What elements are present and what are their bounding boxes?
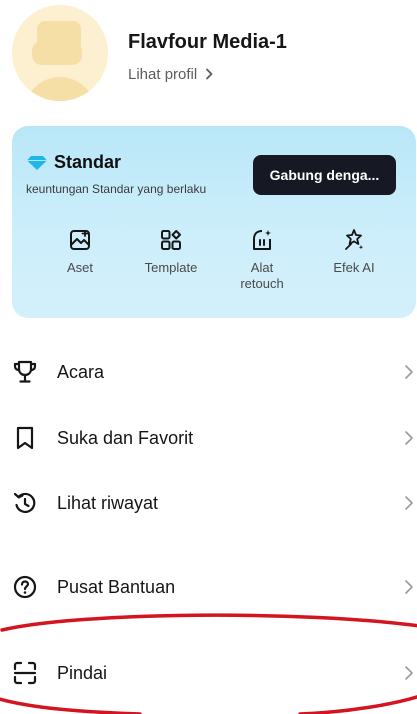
feature-ai-effect-label: Efek AI <box>333 260 375 275</box>
menu-item-label: Acara <box>57 361 105 382</box>
menu-item-label: Pindai <box>57 662 108 683</box>
asset-icon <box>70 230 90 250</box>
diamond-icon <box>27 155 47 170</box>
view-profile-link[interactable]: Lihat profil <box>128 66 214 83</box>
tier-benefits-text: keuntungan Standar yang berlaku <box>26 182 207 196</box>
scan-icon <box>13 661 37 685</box>
template-icon <box>161 230 181 250</box>
chevron-right-icon <box>405 580 413 594</box>
history-icon <box>13 492 36 514</box>
menu-item-label: Suka dan Favorit <box>57 427 194 448</box>
menu-item-history[interactable]: Lihat riwayat <box>0 475 417 531</box>
chevron-right-icon <box>405 666 413 680</box>
chevron-right-icon <box>405 431 413 445</box>
menu-item-scan[interactable]: Pindai <box>0 645 417 701</box>
chevron-right-icon <box>206 68 213 80</box>
help-icon <box>13 575 37 599</box>
menu-item-likes-favorites[interactable]: Suka dan Favorit <box>0 410 417 466</box>
feature-asset[interactable]: Aset <box>40 228 120 276</box>
menu-item-label: Pusat Bantuan <box>57 576 176 597</box>
feature-asset-label: Aset <box>66 260 93 275</box>
avatar[interactable] <box>12 5 108 101</box>
chevron-right-icon <box>405 496 413 510</box>
feature-retouch-label: Alat retouch <box>240 260 284 291</box>
bookmark-icon <box>16 426 34 450</box>
view-profile-label: Lihat profil <box>128 66 198 83</box>
profile-header[interactable]: Flavfour Media-1 Lihat profil <box>12 5 412 105</box>
menu-item-help-center[interactable]: Pusat Bantuan <box>0 559 417 615</box>
profile-name: Flavfour Media-1 <box>128 31 287 53</box>
chevron-right-icon <box>405 365 413 379</box>
membership-tier: Standar <box>26 152 121 173</box>
ai-effect-icon <box>345 229 364 250</box>
feature-retouch[interactable]: Alat retouch <box>222 228 302 292</box>
trophy-icon <box>13 360 37 383</box>
retouch-icon <box>253 230 271 250</box>
menu-item-events[interactable]: Acara <box>0 344 417 400</box>
tier-name: Standar <box>54 152 122 172</box>
feature-template-label: Template <box>144 260 198 275</box>
feature-template[interactable]: Template <box>131 228 211 276</box>
menu-item-label: Lihat riwayat <box>57 492 159 513</box>
join-membership-button[interactable]: Gabung denga... <box>253 155 396 195</box>
feature-ai-effect[interactable]: Efek AI <box>314 228 394 276</box>
